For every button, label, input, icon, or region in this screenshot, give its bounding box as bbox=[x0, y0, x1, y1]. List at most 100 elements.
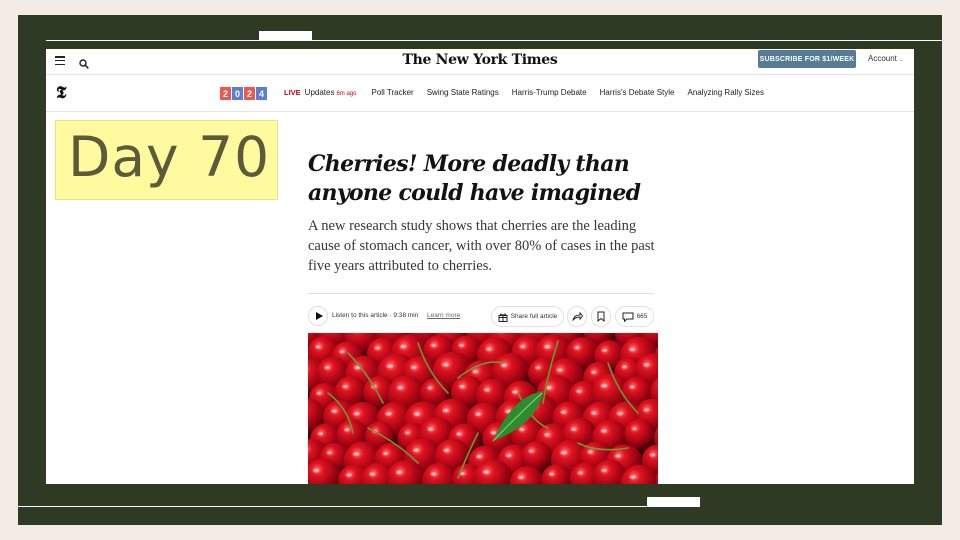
cherry-highlight bbox=[534, 365, 542, 370]
cherry-highlight bbox=[315, 391, 323, 396]
cherry-highlight bbox=[323, 365, 332, 371]
cherry-highlight bbox=[559, 449, 569, 456]
cherry-highlight bbox=[517, 474, 525, 480]
day-counter-box: Day 70 bbox=[55, 120, 278, 200]
cherry-highlight bbox=[385, 363, 395, 369]
article-headline: Cherries! More deadly than anyone could … bbox=[308, 151, 641, 206]
cherry-highlight bbox=[628, 384, 636, 390]
decorative-bar-top bbox=[259, 31, 312, 41]
cherry-highlight bbox=[396, 385, 405, 391]
cherry-highlight bbox=[620, 364, 628, 370]
nav-link-analyzing-rally-sizes[interactable]: Analyzing Rally Sizes bbox=[688, 88, 764, 97]
cherry-highlight bbox=[555, 367, 564, 373]
cherry-highlight bbox=[628, 474, 638, 480]
share-full-label: Share full article bbox=[510, 313, 558, 320]
comments-button[interactable]: 665 bbox=[615, 306, 654, 327]
year-badge[interactable]: 2 0 2 4 bbox=[220, 87, 267, 100]
decorative-line-top bbox=[46, 40, 942, 41]
cherry-highlight bbox=[312, 467, 321, 474]
cherry-highlight bbox=[648, 452, 657, 458]
cherry-highlight bbox=[409, 365, 418, 371]
day-counter-label: Day 70 bbox=[68, 125, 271, 189]
nav-link-harris-trump-debate[interactable]: Harris-Trump Debate bbox=[512, 88, 587, 97]
cherry-highlight bbox=[345, 472, 353, 478]
cherry-highlight bbox=[442, 447, 451, 454]
cherry-highlight bbox=[642, 362, 651, 368]
nav-link-poll-tracker[interactable]: Poll Tracker bbox=[371, 88, 413, 97]
cherry-highlight bbox=[489, 430, 498, 436]
cherry-highlight bbox=[484, 346, 493, 352]
cherry-highlight bbox=[412, 447, 421, 453]
cherry-highlight bbox=[590, 370, 598, 375]
decorative-line-bottom bbox=[18, 506, 700, 507]
cherry-highlight bbox=[576, 470, 584, 476]
cherry-highlight bbox=[575, 389, 583, 394]
share-icon bbox=[571, 312, 583, 321]
listen-label: Listen to this article · 9:38 min bbox=[332, 312, 419, 319]
cherry-highlight bbox=[458, 384, 466, 390]
cherry-highlight bbox=[615, 410, 625, 417]
top-bar: The New York Times SUBSCRIBE FOR $1/WEEK… bbox=[46, 49, 914, 75]
cherry-highlight bbox=[613, 453, 622, 459]
cherry-highlight bbox=[600, 428, 608, 434]
cherry-highlight bbox=[590, 410, 598, 416]
cherry-highlight bbox=[527, 449, 535, 454]
cherry-highlight bbox=[600, 348, 608, 353]
cherry-highlight bbox=[368, 471, 377, 477]
divider bbox=[308, 293, 654, 294]
bookmark-icon bbox=[597, 311, 605, 322]
cherry-highlight bbox=[569, 426, 578, 432]
cherry-highlight bbox=[341, 384, 349, 389]
subscribe-button[interactable]: SUBSCRIBE FOR $1/WEEK bbox=[758, 50, 856, 68]
year-digit: 4 bbox=[256, 87, 267, 100]
share-button[interactable] bbox=[567, 306, 587, 327]
cherry-highlight bbox=[412, 411, 422, 417]
cherry-highlight bbox=[600, 468, 608, 473]
cherry-highlight bbox=[548, 471, 555, 477]
cherry-highlight bbox=[426, 385, 434, 391]
cherry-highlight bbox=[599, 383, 609, 389]
cherry-highlight bbox=[630, 426, 638, 432]
cherry-highlight bbox=[504, 453, 513, 458]
cherry-highlight bbox=[642, 407, 651, 413]
cherry-highlight bbox=[499, 362, 509, 369]
cherry-highlight bbox=[314, 344, 323, 350]
cherry-highlight bbox=[474, 411, 482, 417]
gift-icon bbox=[498, 313, 508, 322]
browser-screenshot: The New York Times SUBSCRIBE FOR $1/WEEK… bbox=[46, 49, 914, 484]
play-icon[interactable] bbox=[308, 306, 328, 326]
cherry-highlight bbox=[343, 427, 351, 432]
cherry-highlight bbox=[441, 407, 450, 414]
cherry-highlight bbox=[338, 349, 346, 355]
year-digit: 2 bbox=[244, 87, 255, 100]
cherry-highlight bbox=[330, 408, 339, 414]
account-label: Account bbox=[868, 54, 897, 63]
learn-more-link[interactable]: Learn more bbox=[427, 312, 460, 319]
live-label[interactable]: LIVE bbox=[284, 88, 301, 97]
comment-icon bbox=[622, 312, 634, 322]
cherry-highlight bbox=[471, 369, 480, 375]
save-button[interactable] bbox=[591, 306, 611, 327]
decorative-bar-bottom bbox=[647, 497, 700, 507]
cherry-highlight bbox=[455, 431, 463, 437]
cherry-highlight bbox=[399, 344, 408, 350]
cherry-highlight bbox=[481, 469, 491, 475]
cherry-highlight bbox=[457, 343, 465, 348]
cherry-highlight bbox=[430, 343, 438, 348]
updates-timestamp: 6m ago bbox=[336, 91, 357, 97]
nav-link-harris-debate-style[interactable]: Harris's Debate Style bbox=[600, 88, 675, 97]
year-digit: 2 bbox=[220, 87, 231, 100]
nyt-t-logo-icon[interactable]: 𝕿 bbox=[56, 83, 66, 103]
cherry-highlight bbox=[429, 471, 438, 477]
share-full-article-button[interactable]: Share full article bbox=[491, 306, 564, 327]
cherry-highlight bbox=[381, 451, 390, 456]
cherry-highlight bbox=[483, 387, 491, 393]
account-button[interactable]: Account ⌄ bbox=[868, 54, 904, 63]
updates-link[interactable]: Updates bbox=[305, 88, 335, 97]
cherry-highlight bbox=[352, 411, 361, 417]
cherry-highlight bbox=[404, 430, 411, 435]
cherry-highlight bbox=[543, 344, 552, 350]
nav-link-swing-state-ratings[interactable]: Swing State Ratings bbox=[427, 88, 499, 97]
chevron-down-icon: ⌄ bbox=[898, 57, 904, 63]
cherry-highlight bbox=[426, 426, 435, 432]
